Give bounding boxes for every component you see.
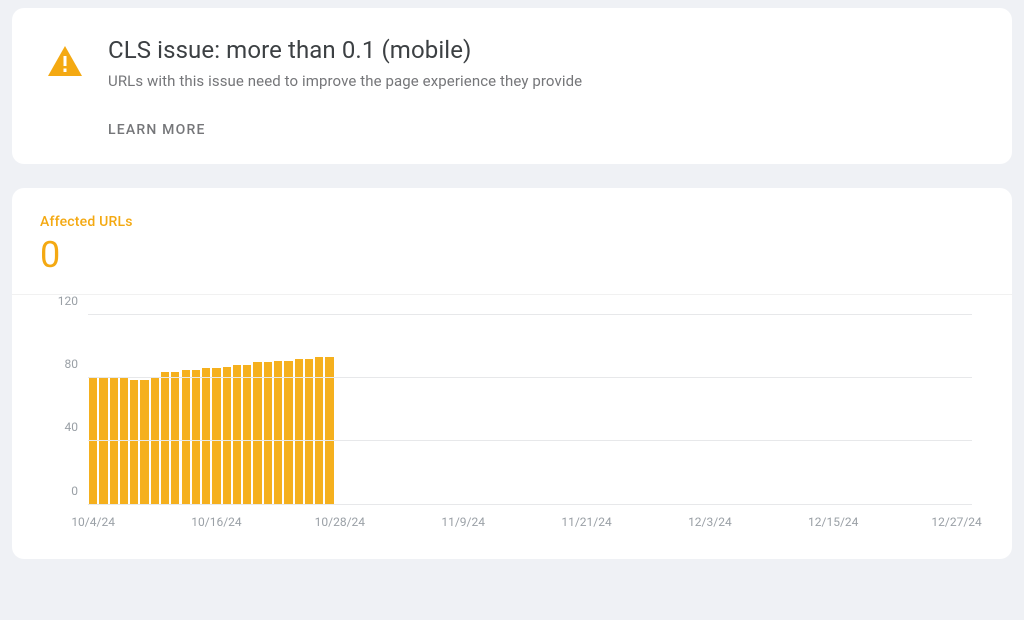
chart-gridline: [88, 440, 972, 441]
metric-value: 0: [40, 236, 984, 276]
chart-gridline: [88, 314, 972, 315]
chart-bar: [233, 365, 241, 504]
issue-header-row: CLS issue: more than 0.1 (mobile) URLs w…: [48, 36, 976, 138]
learn-more-link[interactable]: LEARN MORE: [108, 122, 206, 138]
chart-bar: [284, 361, 292, 505]
chart-bar: [110, 378, 118, 505]
chart-bar: [325, 357, 333, 504]
chart-bar: [89, 378, 97, 505]
chart-x-tick: 11/9/24: [441, 515, 485, 529]
chart-bar: [192, 370, 200, 505]
chart-bar: [264, 362, 272, 505]
chart-bar: [212, 368, 220, 504]
chart-x-tick: 10/28/24: [315, 515, 365, 529]
chart-y-tick: 40: [40, 420, 78, 434]
chart-bar: [295, 359, 303, 505]
chart-card: Affected URLs 0 04080120 10/4/2410/16/24…: [12, 188, 1012, 559]
issue-text: CLS issue: more than 0.1 (mobile) URLs w…: [108, 36, 976, 138]
metric-label: Affected URLs: [40, 214, 984, 230]
chart-bar: [243, 365, 251, 504]
chart-y-tick: 120: [40, 294, 78, 308]
chart-y-tick: 0: [40, 484, 78, 498]
chart-gridline: [88, 504, 972, 505]
chart-x-tick: 11/21/24: [561, 515, 611, 529]
chart-bar: [253, 362, 261, 505]
issue-card: CLS issue: more than 0.1 (mobile) URLs w…: [12, 8, 1012, 164]
chart-bar: [305, 359, 313, 505]
chart-bar: [315, 357, 323, 504]
chart-gridline: [88, 377, 972, 378]
chart-x-tick: 10/4/24: [71, 515, 115, 529]
chart-bar: [161, 372, 169, 505]
chart-bar: [130, 380, 138, 505]
affected-urls-chart: 04080120 10/4/24 10/16/24 10/28/24 11/9/24 1…: [40, 305, 984, 535]
chart-bar: [99, 378, 107, 505]
issue-subtitle: URLs with this issue need to improve the…: [108, 72, 976, 90]
chart-bar: [223, 367, 231, 505]
chart-bar: [171, 372, 179, 505]
chart-bar: [120, 378, 128, 505]
chart-bar: [151, 378, 159, 505]
warning-icon: [48, 46, 82, 80]
chart-x-tick: 12/15/24: [808, 515, 858, 529]
chart-bar: [202, 368, 210, 504]
chart-x-tick: 12/27/24: [931, 515, 981, 529]
card-divider: [12, 294, 1012, 295]
chart-x-axis: 10/4/2410/16/2410/28/2411/9/2411/21/2412…: [88, 509, 972, 535]
chart-bar: [274, 361, 282, 505]
chart-bar: [182, 370, 190, 505]
issue-title: CLS issue: more than 0.1 (mobile): [108, 36, 976, 64]
chart-plot-area: 04080120: [88, 315, 972, 505]
chart-bars: [88, 315, 972, 505]
chart-x-tick: 10/16/24: [191, 515, 241, 529]
chart-bar: [140, 380, 148, 505]
chart-x-tick: 12/3/24: [688, 515, 732, 529]
chart-y-tick: 80: [40, 357, 78, 371]
